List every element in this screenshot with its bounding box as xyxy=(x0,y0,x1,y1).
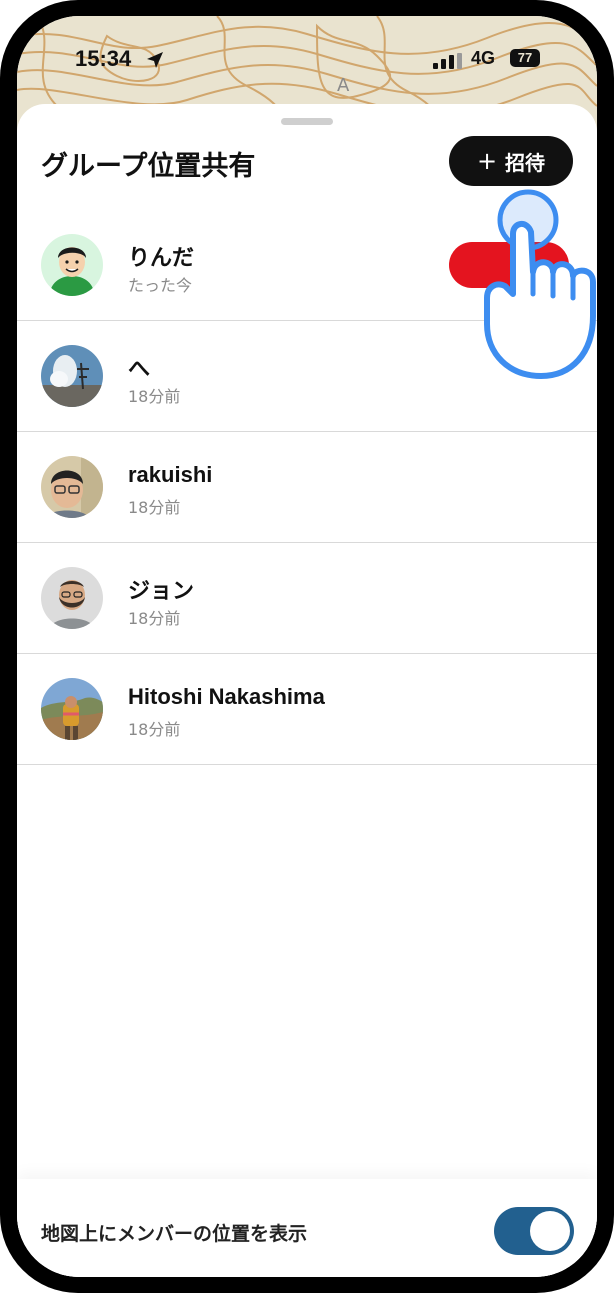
tap-hand-pointer-icon xyxy=(484,189,596,379)
invite-button[interactable]: + 招待 xyxy=(449,136,573,186)
avatar xyxy=(41,567,103,629)
avatar-photo-steam xyxy=(41,345,103,407)
member-last-seen: 18分前 xyxy=(128,609,181,628)
member-row-john[interactable]: ジョン 18分前 xyxy=(17,543,597,654)
member-name: りんだ xyxy=(128,245,195,270)
avatar xyxy=(41,345,103,407)
member-name: ジョン xyxy=(128,578,195,603)
footer-bar: 地図上にメンバーの位置を表示 xyxy=(17,1179,597,1277)
show-members-label: 地図上にメンバーの位置を表示 xyxy=(41,1223,308,1245)
svg-text:A: A xyxy=(337,75,350,96)
member-name: へ xyxy=(128,356,151,381)
signal-bars-icon xyxy=(433,53,462,69)
sheet-grabber[interactable] xyxy=(281,118,333,125)
member-last-seen: たった今 xyxy=(128,276,193,295)
avatar-photo-person-glasses xyxy=(41,456,103,518)
avatar xyxy=(41,234,103,296)
member-row-hitoshi-nakashima[interactable]: Hitoshi Nakashima 18分前 xyxy=(17,654,597,765)
sheet-title: グループ位置共有 xyxy=(41,151,256,182)
avatar-photo-hiker xyxy=(41,678,103,740)
toggle-knob xyxy=(530,1211,570,1251)
battery-icon: 77 xyxy=(510,49,540,67)
member-name: rakuishi xyxy=(128,462,213,487)
member-name: Hitoshi Nakashima xyxy=(128,684,325,709)
screen: A 15:34 4G 77 グループ位置共有 + 招待 りんだ たった今 へ 1… xyxy=(17,16,597,1277)
avatar-illustration xyxy=(41,234,103,296)
phone-frame: A 15:34 4G 77 グループ位置共有 + 招待 りんだ たった今 へ 1… xyxy=(0,0,614,1293)
location-arrow-icon xyxy=(147,52,163,68)
member-last-seen: 18分前 xyxy=(128,720,181,739)
status-bar: 15:34 4G 77 xyxy=(17,44,597,78)
member-last-seen: 18分前 xyxy=(128,498,181,517)
invite-button-label: 招待 xyxy=(505,150,546,175)
avatar xyxy=(41,678,103,740)
avatar-photo-person-beard xyxy=(41,567,103,629)
member-last-seen: 18分前 xyxy=(128,387,181,406)
member-row-rakuishi[interactable]: rakuishi 18分前 xyxy=(17,432,597,543)
network-type: 4G xyxy=(471,48,496,68)
avatar xyxy=(41,456,103,518)
plus-icon: + xyxy=(476,147,498,175)
status-time: 15:34 xyxy=(75,46,132,71)
show-members-toggle[interactable] xyxy=(494,1207,574,1255)
